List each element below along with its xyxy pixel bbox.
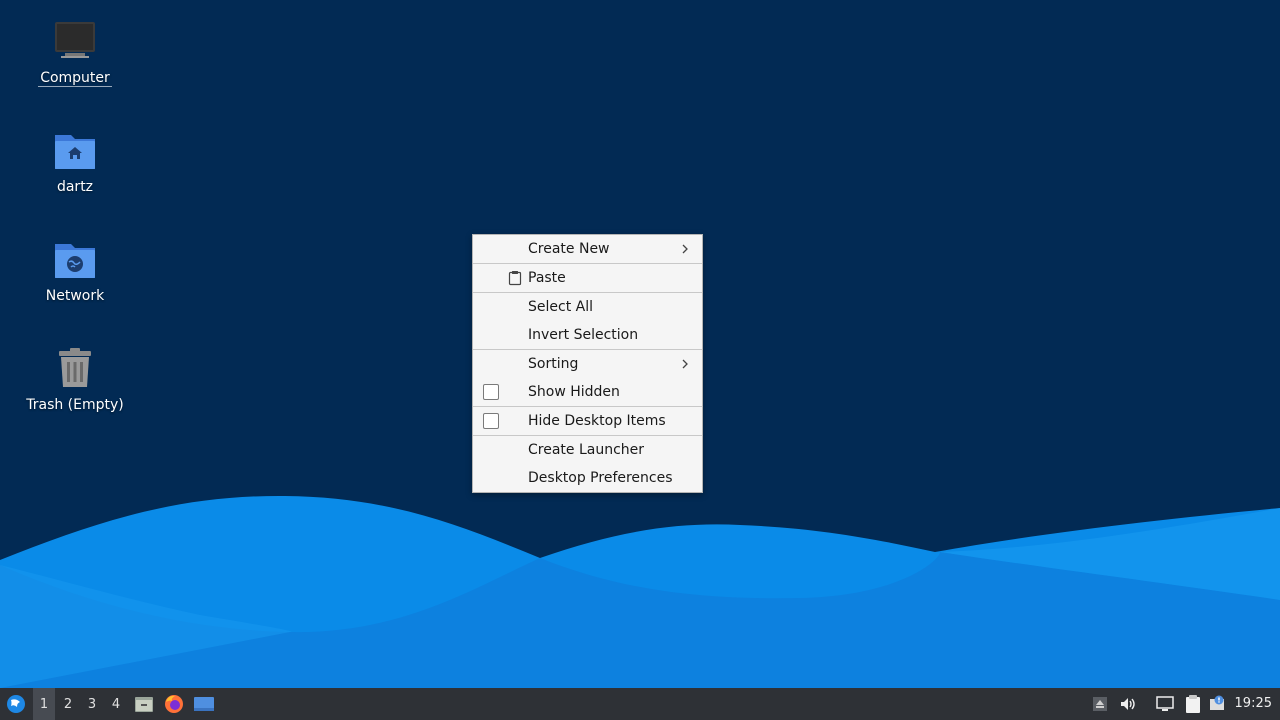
app-menu-logo-icon (7, 695, 25, 713)
hide-desktop-items-checkbox[interactable] (483, 413, 499, 429)
menu-item-select-all[interactable]: Select All (473, 293, 702, 321)
menu-item-show-hidden[interactable]: Show Hidden (473, 378, 702, 406)
taskbar-clock[interactable]: 19:25 (1235, 688, 1272, 720)
show-hidden-checkbox[interactable] (483, 384, 499, 400)
menu-item-label: Show Hidden (528, 384, 620, 400)
desktop-icon-label: Trash (Empty) (26, 397, 124, 413)
notification-tray-button[interactable] (1207, 688, 1227, 720)
menu-item-desktop-preferences[interactable]: Desktop Preferences (473, 464, 702, 492)
menu-item-label: Desktop Preferences (528, 470, 673, 486)
file-manager-launcher[interactable] (133, 688, 155, 720)
menu-item-paste[interactable]: Paste (473, 264, 702, 292)
taskbar: 1 2 3 4 19:25 (0, 688, 1280, 720)
workspace-label: 2 (63, 696, 73, 712)
firefox-icon (165, 695, 183, 713)
menu-item-create-launcher[interactable]: Create Launcher (473, 436, 702, 464)
workspace-2-button[interactable]: 2 (57, 688, 79, 720)
menu-item-label: Create Launcher (528, 442, 645, 458)
desktop-icon-label: Computer (38, 70, 112, 87)
network-folder-icon (55, 244, 95, 278)
workspace-label: 4 (111, 696, 121, 712)
firefox-launcher[interactable] (163, 688, 185, 720)
menu-item-hide-desktop-items[interactable]: Hide Desktop Items (473, 407, 702, 435)
chevron-right-icon (682, 359, 688, 369)
menu-item-label: Paste (528, 270, 566, 286)
eject-tray-button[interactable] (1090, 688, 1110, 720)
network-status-icon (1156, 696, 1174, 711)
desktop-icon-trash[interactable]: Trash (Empty) (20, 345, 130, 413)
desktop-icon-computer[interactable]: Computer (20, 18, 130, 87)
eject-icon (1093, 697, 1107, 711)
menu-item-invert-selection[interactable]: Invert Selection (473, 321, 702, 349)
show-desktop-launcher[interactable] (192, 688, 216, 720)
menu-item-label: Hide Desktop Items (528, 413, 666, 429)
menu-item-label: Create New (528, 241, 610, 257)
file-manager-icon (135, 697, 153, 712)
trash-icon (59, 348, 91, 387)
desktop-icon-network[interactable]: Network (20, 236, 130, 304)
desktop-icon-label: Network (45, 288, 105, 304)
menu-item-label: Select All (528, 299, 593, 315)
clipboard-tray-button[interactable] (1182, 688, 1204, 720)
menu-item-label: Sorting (528, 356, 579, 372)
workspace-3-button[interactable]: 3 (81, 688, 103, 720)
home-folder-icon (55, 135, 95, 169)
notification-icon (1210, 695, 1224, 710)
show-desktop-icon (194, 697, 214, 711)
chevron-right-icon (682, 244, 688, 254)
clipboard-icon (508, 271, 522, 286)
menu-item-sorting[interactable]: Sorting (473, 350, 702, 378)
workspace-4-button[interactable]: 4 (105, 688, 127, 720)
clipboard-tray-icon (1186, 695, 1200, 713)
desktop-icon-label: dartz (56, 179, 94, 195)
workspace-1-button[interactable]: 1 (33, 688, 55, 720)
volume-tray-button[interactable] (1117, 688, 1139, 720)
network-tray-button[interactable] (1154, 688, 1176, 720)
menu-item-create-new[interactable]: Create New (473, 235, 702, 263)
computer-icon (55, 22, 95, 58)
start-menu-button[interactable] (4, 688, 28, 720)
volume-icon (1121, 698, 1135, 710)
desktop-context-menu: Create New Paste Select All Invert Selec… (472, 234, 703, 493)
menu-item-label: Invert Selection (528, 327, 639, 343)
workspace-label: 1 (39, 696, 49, 712)
desktop-icon-home[interactable]: dartz (20, 127, 130, 195)
workspace-label: 3 (87, 696, 97, 712)
